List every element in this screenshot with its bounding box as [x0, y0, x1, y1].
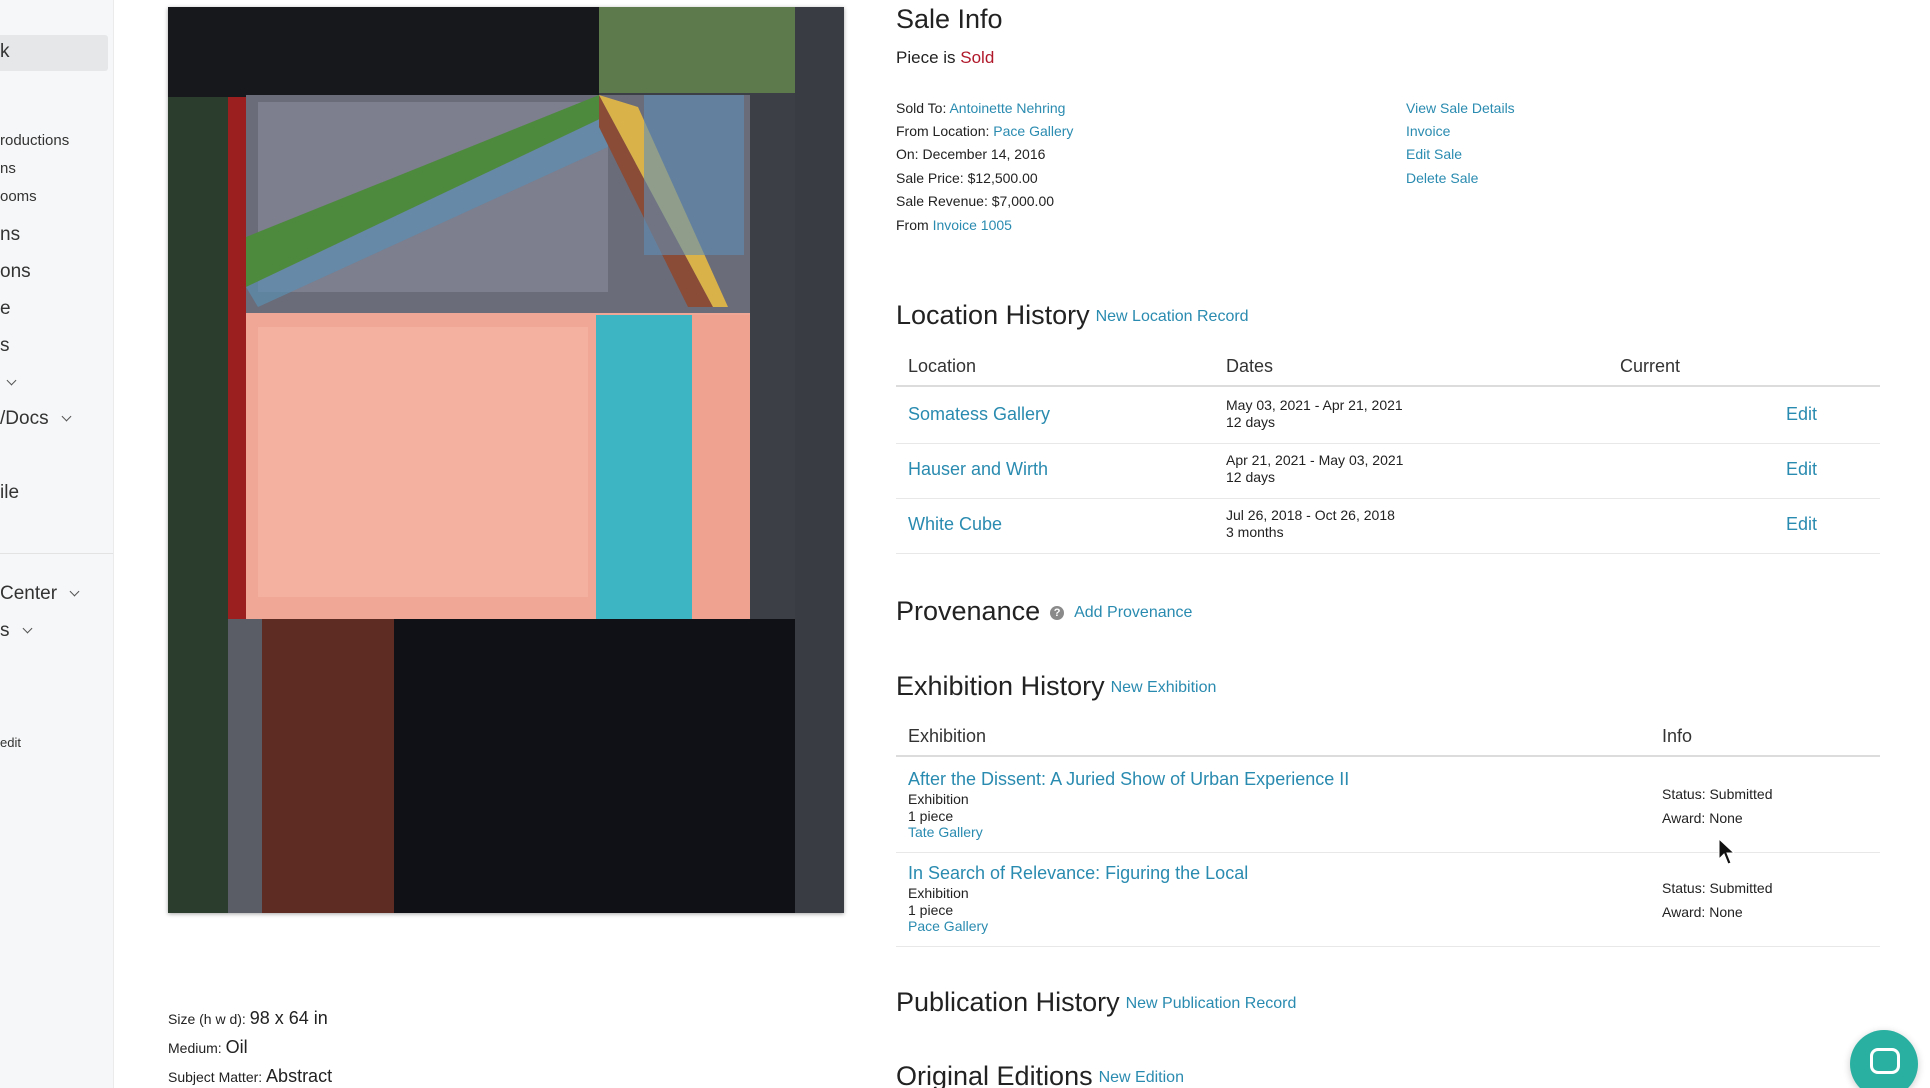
column-location: Location: [908, 356, 977, 376]
column-exhibition: Exhibition: [908, 726, 987, 746]
exhibition-type: Exhibition: [908, 791, 969, 807]
chevron-down-icon: [61, 411, 72, 422]
publication-history-title: Publication History New Publication Recor…: [896, 987, 1297, 1017]
sidebar-active-row[interactable]: [0, 35, 108, 71]
exhibition-type: Exhibition: [908, 885, 969, 901]
add-provenance-link[interactable]: Add Provenance: [1074, 604, 1192, 621]
view-sale-details-link[interactable]: View Sale Details: [1406, 100, 1515, 116]
edit-location-button[interactable]: Edit: [1786, 514, 1817, 535]
edit-location-button[interactable]: Edit: [1786, 459, 1817, 480]
sidebar-item-back[interactable]: k: [0, 41, 10, 63]
sidebar-item-profile[interactable]: ile: [0, 482, 19, 504]
sidebar-item-docs[interactable]: /Docs: [0, 408, 72, 430]
sold-to-link[interactable]: Antoinette Nehring: [949, 100, 1065, 116]
edit-location-button[interactable]: Edit: [1786, 404, 1817, 425]
chevron-down-icon: [22, 623, 32, 634]
location-dates: May 03, 2021 - Apr 21, 2021 12 days: [1226, 397, 1403, 430]
help-icon[interactable]: ?: [1050, 605, 1065, 620]
exhibition-link[interactable]: After the Dissent: A Juried Show of Urba…: [908, 769, 1349, 790]
column-info: Info: [1662, 726, 1693, 746]
location-dates: Jul 26, 2018 - Oct 26, 2018 3 months: [1226, 507, 1395, 540]
exhibition-history-title: Exhibition History New Exhibition: [896, 671, 1217, 701]
from-location-row: From Location: Pace Gallery: [896, 123, 1074, 139]
location-dates: Apr 21, 2021 - May 03, 2021 12 days: [1226, 452, 1404, 485]
table-row: Somatess Gallery May 03, 2021 - Apr 21, …: [896, 389, 1880, 444]
sidebar-item-s-2[interactable]: s: [0, 620, 32, 642]
from-location-link[interactable]: Pace Gallery: [993, 123, 1073, 139]
exhibition-pieces: 1 piece: [908, 808, 954, 824]
edit-sale-link[interactable]: Edit Sale: [1406, 146, 1462, 162]
artwork-image[interactable]: [168, 7, 844, 913]
artwork-medium: Medium: Oil: [168, 1037, 248, 1057]
exhibition-award: Award: None: [1662, 810, 1743, 826]
sale-info-title: Sale Info: [896, 4, 1003, 34]
exhibition-table-header: Exhibition Info: [896, 717, 1880, 757]
column-dates: Dates: [1226, 356, 1274, 376]
sidebar-item-ons[interactable]: ons: [0, 261, 31, 283]
sale-status: Piece is Sold: [896, 48, 995, 67]
invoice-link[interactable]: Invoice 1005: [933, 217, 1012, 233]
sale-revenue: Sale Revenue: $7,000.00: [896, 193, 1055, 209]
new-exhibition-link[interactable]: New Exhibition: [1111, 679, 1217, 696]
table-row: Hauser and Wirth Apr 21, 2021 - May 03, …: [896, 444, 1880, 499]
sidebar-item-expand[interactable]: [0, 372, 17, 394]
new-location-record-link[interactable]: New Location Record: [1096, 308, 1249, 325]
chat-bubble-icon: [1870, 1048, 1900, 1074]
artwork-subject: Subject Matter: Abstract: [168, 1066, 333, 1086]
exhibition-pieces: 1 piece: [908, 902, 954, 918]
chevron-down-icon: [6, 375, 17, 386]
invoice-action-link[interactable]: Invoice: [1406, 123, 1450, 139]
sidebar-item-e[interactable]: e: [0, 298, 11, 320]
sidebar-divider: [0, 553, 113, 554]
original-editions-title: Original Editions New Edition: [896, 1061, 1184, 1088]
table-row: In Search of Relevance: Figuring the Loc…: [896, 853, 1880, 947]
location-link[interactable]: Somatess Gallery: [908, 404, 1050, 425]
sidebar-item-ns-2[interactable]: ns: [0, 224, 20, 246]
location-history-title: Location History New Location Record: [896, 300, 1249, 330]
location-table-header: Location Dates Current: [896, 347, 1880, 387]
chevron-down-icon: [69, 586, 80, 597]
delete-sale-link[interactable]: Delete Sale: [1406, 170, 1478, 186]
sale-price: Sale Price: $12,500.00: [896, 170, 1038, 186]
new-publication-record-link[interactable]: New Publication Record: [1126, 995, 1297, 1012]
location-link[interactable]: Hauser and Wirth: [908, 459, 1048, 480]
exhibition-link[interactable]: In Search of Relevance: Figuring the Loc…: [908, 863, 1248, 884]
sale-date: On: December 14, 2016: [896, 146, 1046, 162]
column-current: Current: [1620, 356, 1681, 376]
table-row: White Cube Jul 26, 2018 - Oct 26, 2018 3 …: [896, 499, 1880, 554]
sidebar-item-rooms[interactable]: ooms: [0, 188, 37, 205]
sidebar-item-center[interactable]: Center: [0, 583, 80, 605]
provenance-title: Provenance? Add Provenance: [896, 596, 1193, 626]
exhibition-status: Status: Submitted: [1662, 786, 1773, 802]
sidebar-item-ns[interactable]: ns: [0, 160, 16, 177]
new-edition-link[interactable]: New Edition: [1099, 1069, 1184, 1086]
chat-launcher-button[interactable]: [1850, 1030, 1918, 1088]
exhibition-award: Award: None: [1662, 904, 1743, 920]
artwork-size: Size (h w d): 98 x 64 in: [168, 1008, 328, 1028]
sidebar-item-edit[interactable]: edit: [0, 735, 21, 750]
sold-badge: Sold: [960, 48, 995, 67]
location-link[interactable]: White Cube: [908, 514, 1002, 535]
sidebar: k roductions ns ooms ns ons e s /Docs il…: [0, 0, 114, 1088]
artwork-painting: [168, 7, 844, 913]
sidebar-item-reproductions[interactable]: roductions: [0, 132, 69, 149]
from-invoice-row: From Invoice 1005: [896, 217, 1012, 233]
exhibition-status: Status: Submitted: [1662, 880, 1773, 896]
exhibition-venue-link[interactable]: Pace Gallery: [908, 918, 988, 934]
exhibition-venue-link[interactable]: Tate Gallery: [908, 824, 983, 840]
mouse-cursor-icon: [1718, 838, 1736, 865]
sold-to-row: Sold To: Antoinette Nehring: [896, 100, 1066, 116]
sidebar-item-s[interactable]: s: [0, 335, 10, 357]
